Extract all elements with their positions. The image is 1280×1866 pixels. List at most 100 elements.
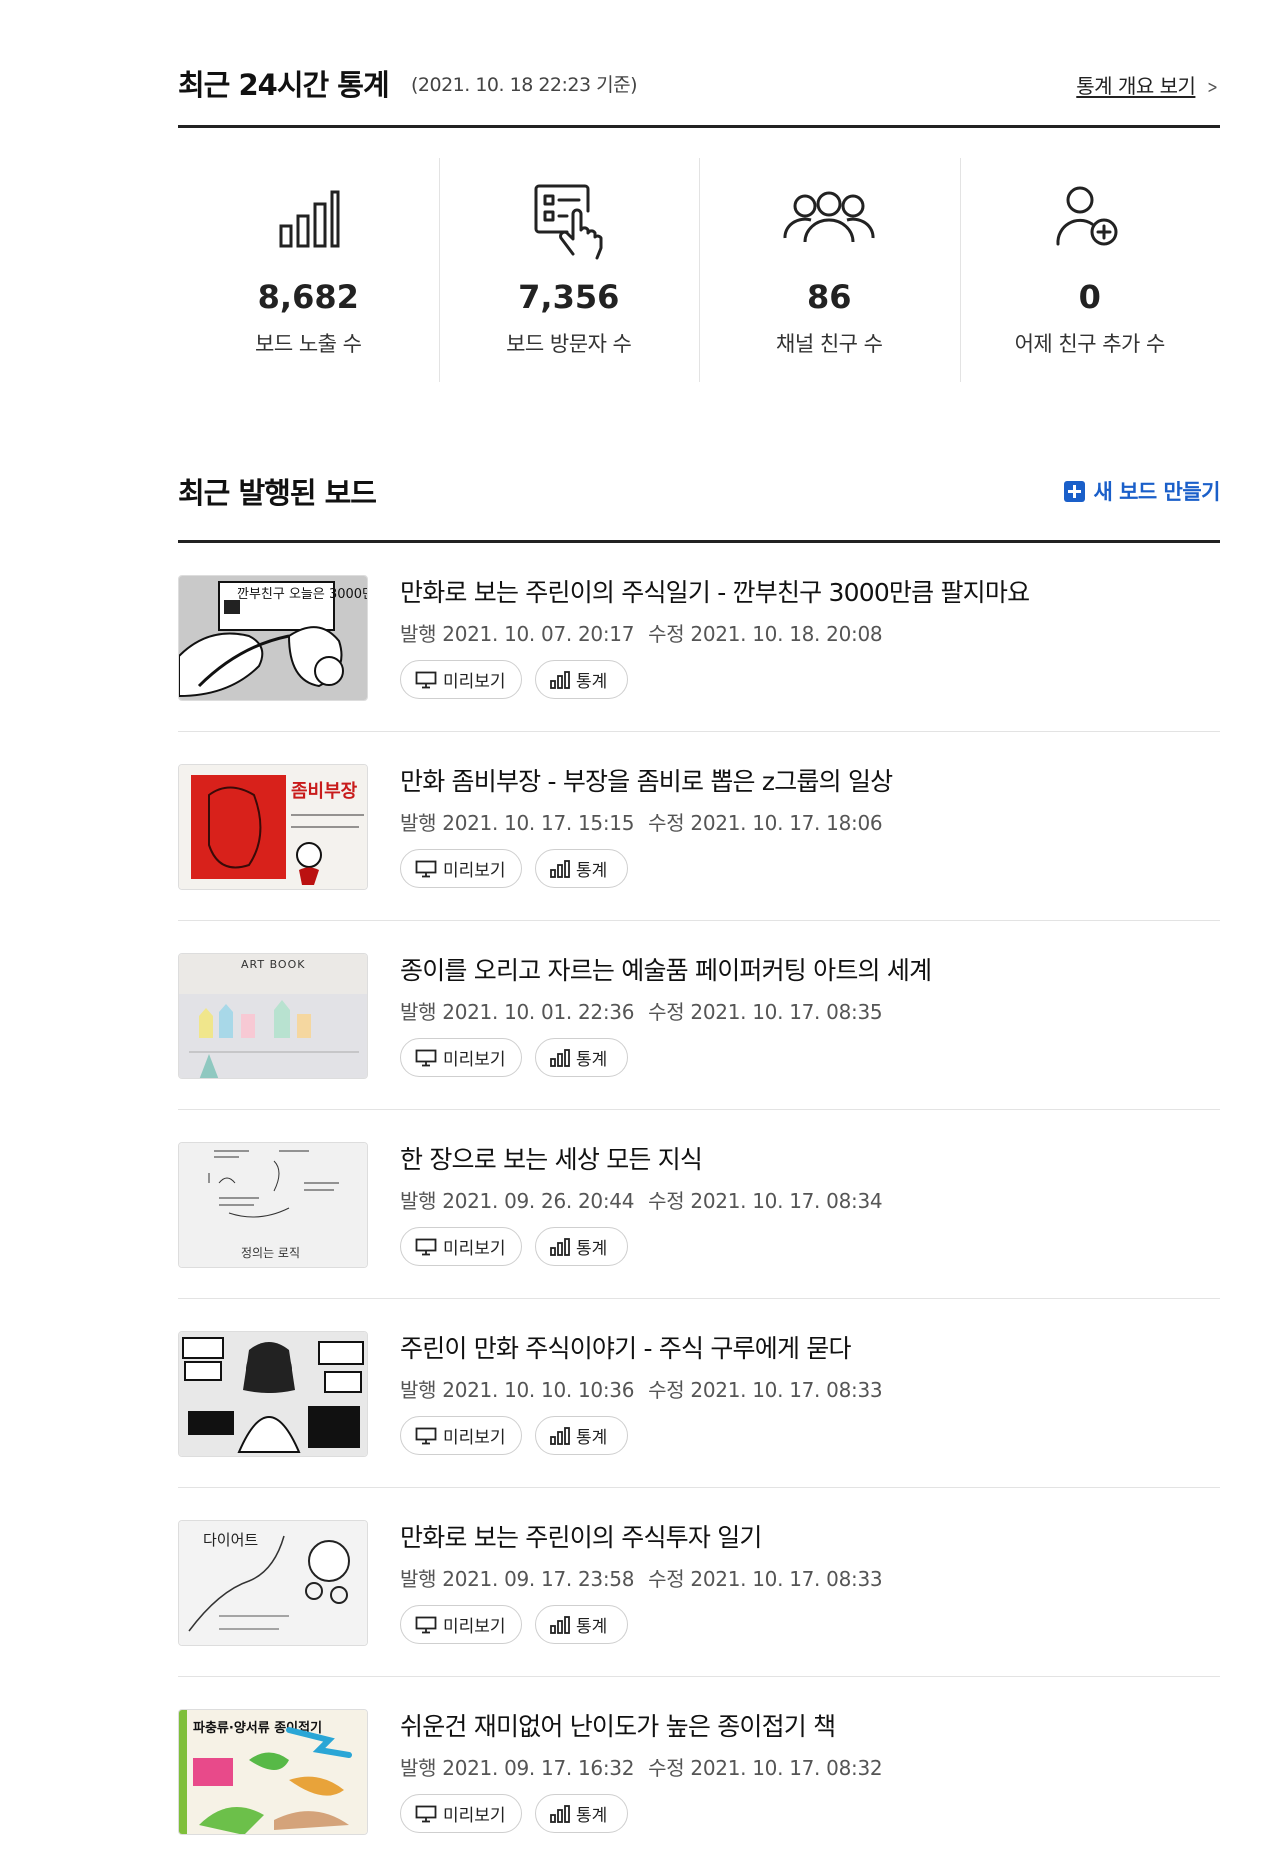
board-click-icon [534,184,603,260]
stats-button[interactable]: 통계 [535,849,628,888]
modified-prefix: 수정 [648,1756,685,1780]
published-prefix: 발행 [400,1000,437,1024]
group-icon [783,191,875,243]
published-prefix: 발행 [400,1378,437,1402]
board-thumbnail[interactable] [178,1331,368,1457]
chevron-right-icon: > [1207,77,1219,98]
bar-chart-icon [550,1237,570,1256]
published-prefix: 발행 [400,1189,437,1213]
modified-prefix: 수정 [648,1378,685,1402]
stats-label: 통계 [576,1428,608,1448]
modified-prefix: 수정 [648,1000,685,1024]
board-item: 파충류·양서류 종이접기 쉬운건 재미없어 난이도가 높은 종이접기 책 발행 … [178,1677,1220,1866]
board-title[interactable]: 종이를 오리고 자르는 예술품 페이퍼커팅 아트의 세계 [400,951,932,987]
stats-button[interactable]: 통계 [535,1416,628,1455]
preview-button[interactable]: 미리보기 [400,1605,522,1644]
monitor-icon [415,860,437,877]
published-date: 2021. 09. 17. 16:32 [442,1756,635,1780]
stats-button[interactable]: 통계 [535,1038,628,1077]
board-dates: 발행 2021. 09. 17. 16:32 수정 2021. 10. 17. 0… [400,1752,883,1781]
stats-row: 8,682 보드 노출 수 7,356 보드 방문자 수 86 채널 친구 수 … [178,128,1221,382]
stat-value: 86 [806,278,852,316]
board-title[interactable]: 한 장으로 보는 세상 모든 지식 [400,1140,703,1176]
stat-label: 보드 방문자 수 [506,332,632,356]
boards-title: 최근 발행된 보드 [178,476,377,510]
modified-date: 2021. 10. 17. 08:34 [690,1189,883,1213]
monitor-icon [415,1616,437,1633]
add-friend-icon [1056,186,1118,246]
thumb-text: 다이어트 [203,1531,258,1549]
published-date: 2021. 10. 17. 15:15 [442,811,635,835]
stat-new-friends-yesterday: 0 어제 친구 추가 수 [959,128,1221,382]
published-prefix: 발행 [400,1567,437,1591]
new-board-button[interactable]: 새 보드 만들기 [1064,476,1220,506]
modified-date: 2021. 10. 17. 18:06 [690,811,883,835]
board-title[interactable]: 만화로 보는 주린이의 주식투자 일기 [400,1518,762,1554]
stat-value: 0 [1078,278,1101,316]
stat-label: 보드 노출 수 [255,332,362,356]
published-date: 2021. 10. 07. 20:17 [442,622,635,646]
preview-button[interactable]: 미리보기 [400,1416,522,1455]
preview-label: 미리보기 [443,1050,506,1070]
board-item: 좀비부장 만화 좀비부장 - 부장을 좀비로 뽑은 z그룹의 일상 발행 202… [178,732,1220,921]
modified-date: 2021. 10. 17. 08:32 [690,1756,883,1780]
bar-chart-icon [550,1048,570,1067]
board-title[interactable]: 만화 좀비부장 - 부장을 좀비로 뽑은 z그룹의 일상 [400,762,893,798]
stats-label: 통계 [576,1050,608,1070]
stats-timestamp: (2021. 10. 18 22:23 기준) [411,74,638,96]
preview-button[interactable]: 미리보기 [400,1227,522,1266]
bar-chart-icon [550,1804,570,1823]
stat-board-impressions: 8,682 보드 노출 수 [178,128,439,358]
board-thumbnail[interactable]: 다이어트 [178,1520,368,1646]
board-thumbnail[interactable]: 정의는 로직 [178,1142,368,1268]
preview-button[interactable]: 미리보기 [400,1794,522,1833]
modified-prefix: 수정 [648,1189,685,1213]
board-thumbnail[interactable]: 좀비부장 [178,764,368,890]
stats-label: 통계 [576,1617,608,1637]
published-date: 2021. 10. 10. 10:36 [442,1378,635,1402]
modified-prefix: 수정 [648,811,685,835]
monitor-icon [415,1049,437,1066]
modified-date: 2021. 10. 17. 08:35 [690,1000,883,1024]
board-thumbnail[interactable]: 파충류·양서류 종이접기 [178,1709,368,1835]
stats-button[interactable]: 통계 [535,1794,628,1833]
stat-value: 8,682 [257,278,359,316]
modified-date: 2021. 10. 18. 20:08 [690,622,883,646]
board-title[interactable]: 쉬운건 재미없어 난이도가 높은 종이접기 책 [400,1707,836,1743]
preview-label: 미리보기 [443,1617,506,1637]
monitor-icon [415,671,437,688]
stats-header: 최근 24시간 통계 (2021. 10. 18 22:23 기준) 통계 개요… [178,0,1220,128]
stats-button[interactable]: 통계 [535,1605,628,1644]
modified-date: 2021. 10. 17. 08:33 [690,1378,883,1402]
bar-chart-icon [550,859,570,878]
stat-label: 채널 친구 수 [776,332,883,356]
bar-chart-icon [550,670,570,689]
stats-button[interactable]: 통계 [535,1227,628,1266]
board-item: ART BOOK 종이를 오리고 자르는 예술품 페이퍼커팅 아트의 세계 발행… [178,921,1220,1110]
board-item: 다이어트 만화로 보는 주린이의 주식투자 일기 발행 2021. 09. 17… [178,1488,1220,1677]
plus-square-icon [1064,481,1086,502]
modified-date: 2021. 10. 17. 08:33 [690,1567,883,1591]
board-dates: 발행 2021. 10. 07. 20:17 수정 2021. 10. 18. 2… [400,618,883,647]
thumb-text: 정의는 로직 [241,1246,300,1260]
preview-label: 미리보기 [443,672,506,692]
stats-button[interactable]: 통계 [535,660,628,699]
preview-button[interactable]: 미리보기 [400,1038,522,1077]
published-date: 2021. 10. 01. 22:36 [442,1000,635,1024]
board-thumbnail[interactable]: ART BOOK [178,953,368,1079]
preview-button[interactable]: 미리보기 [400,849,522,888]
board-title[interactable]: 주린이 만화 주식이야기 - 주식 구루에게 묻다 [400,1329,852,1365]
preview-button[interactable]: 미리보기 [400,660,522,699]
modified-prefix: 수정 [648,1567,685,1591]
board-item: 주린이 만화 주식이야기 - 주식 구루에게 묻다 발행 2021. 10. 1… [178,1299,1220,1488]
board-dates: 발행 2021. 09. 17. 23:58 수정 2021. 10. 17. 0… [400,1563,883,1592]
board-list: 깐부친구 오늘은 3000만큼 팔지마 만화로 보는 주린이의 주식일기 - 깐… [178,543,1220,1866]
board-thumbnail[interactable]: 깐부친구 오늘은 3000만큼 팔지마 [178,575,368,701]
board-title[interactable]: 만화로 보는 주린이의 주식일기 - 깐부친구 3000만큼 팔지마요 [400,573,1030,609]
stats-overview-link[interactable]: 통계 개요 보기 > [1076,70,1220,99]
stat-label: 어제 친구 추가 수 [1014,332,1166,356]
stats-label: 통계 [576,672,608,692]
board-dates: 발행 2021. 10. 17. 15:15 수정 2021. 10. 17. 1… [400,807,883,836]
stats-label: 통계 [576,1239,608,1259]
published-prefix: 발행 [400,811,437,835]
